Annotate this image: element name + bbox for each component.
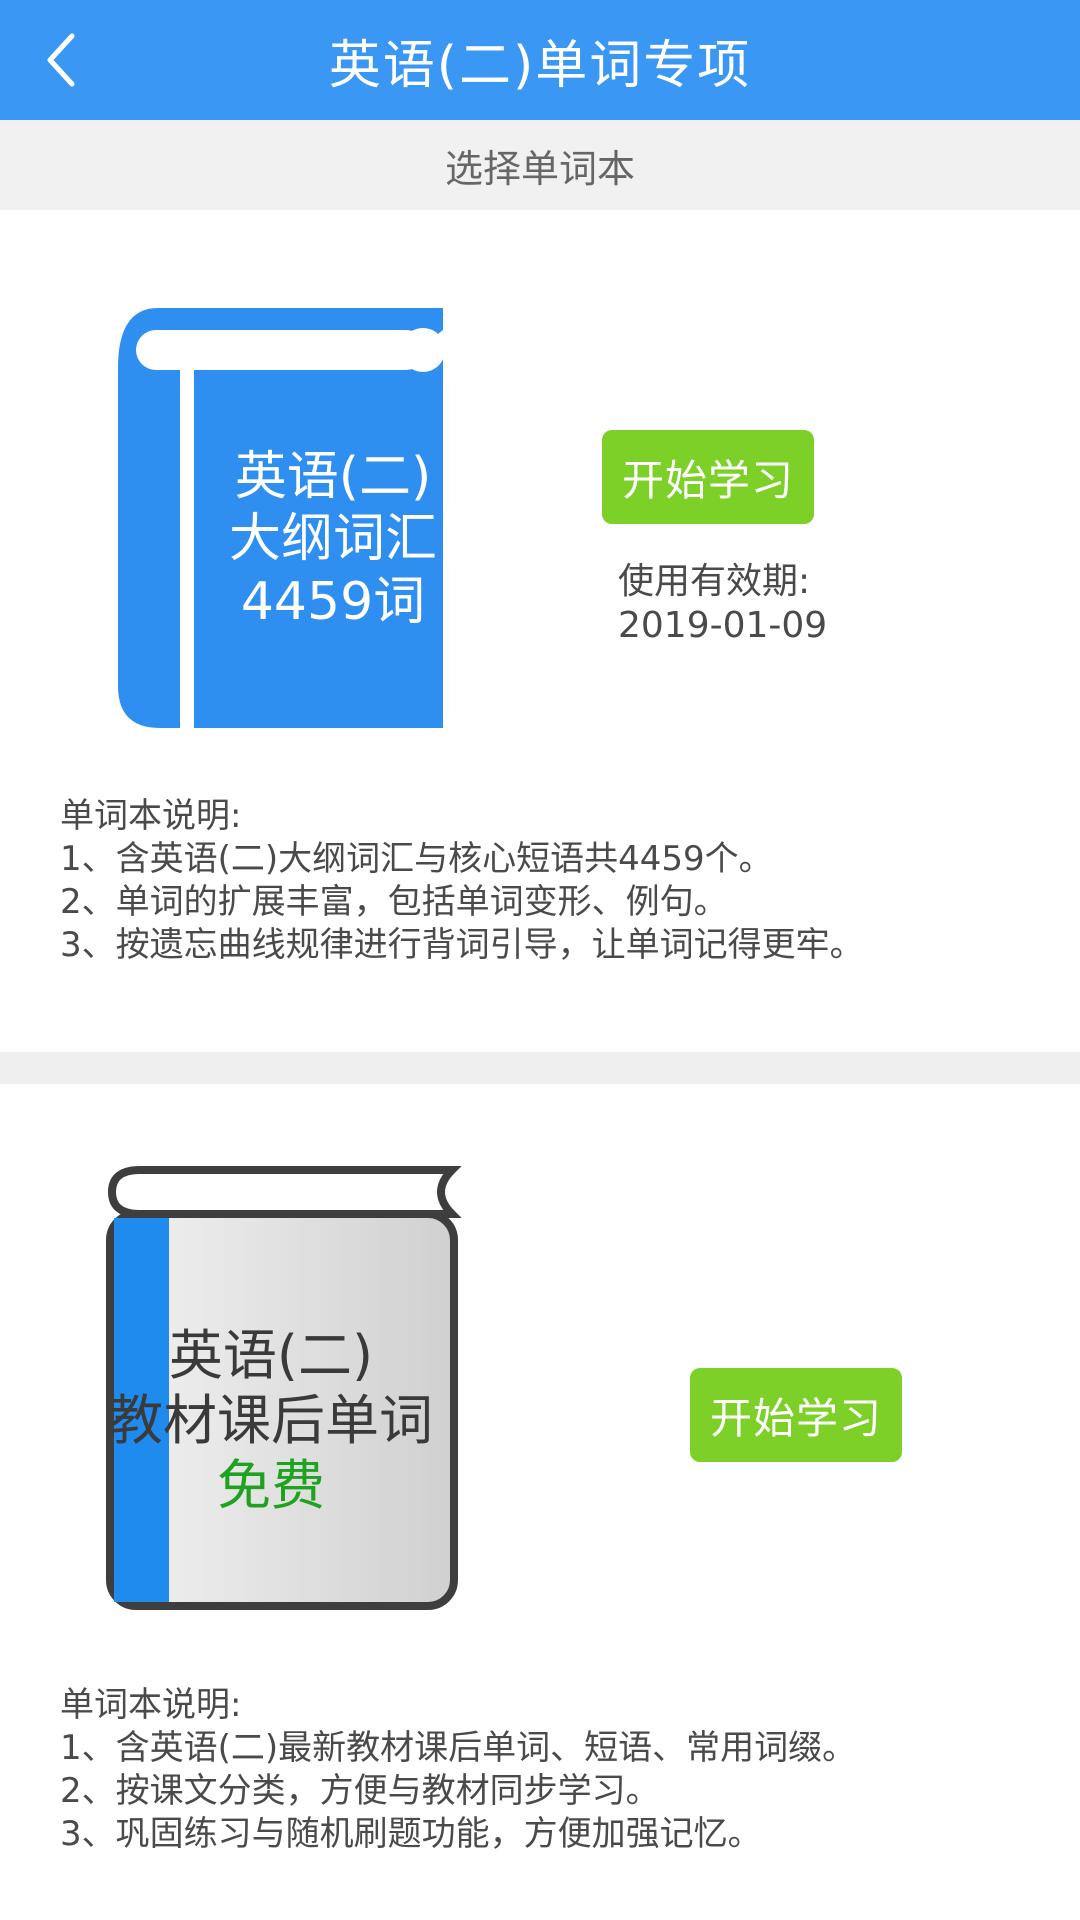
description-item: 1、含英语(二)大纲词汇与核心短语共4459个。: [60, 839, 773, 879]
cover-title: 英语(二) 教材课后单词 免费: [106, 1324, 436, 1518]
cover-line: 英语(二): [234, 447, 432, 507]
start-study-button[interactable]: 开始学习: [602, 430, 814, 524]
cover-line: 教材课后单词: [109, 1388, 433, 1452]
description-title: 单词本说明:: [60, 1685, 242, 1725]
description-item: 1、含英语(二)最新教材课后单词、短语、常用词缀。: [60, 1728, 857, 1768]
section-divider: [0, 1052, 1080, 1084]
cover-line: 大纲词汇: [228, 509, 437, 570]
wordbook-description: 单词本说明: 1、含英语(二)大纲词汇与核心短语共4459个。 2、单词的扩展丰…: [60, 795, 864, 967]
description-item: 2、按课文分类，方便与教材同步学习。: [60, 1771, 660, 1811]
cover-title: 英语(二) 大纲词汇 4459词: [218, 446, 448, 633]
description-item: 3、巩固练习与随机刷题功能，方便加强记忆。: [60, 1814, 762, 1854]
wordbook-cover-syllabus[interactable]: 英语(二) 大纲词汇 4459词: [118, 308, 448, 728]
chevron-left-icon: [47, 33, 75, 87]
wordbook-description: 单词本说明: 1、含英语(二)最新教材课后单词、短语、常用词缀。 2、按课文分类…: [60, 1684, 856, 1856]
page-title: 英语(二)单词专项: [328, 35, 752, 96]
cover-line: 英语(二): [168, 1324, 374, 1387]
start-study-button[interactable]: 开始学习: [690, 1368, 902, 1462]
wordbook-card-syllabus: 英语(二) 大纲词汇 4459词 开始学习 使用有效期: 2019-01-09 …: [0, 210, 1080, 1052]
description-item: 2、单词的扩展丰富，包括单词变形、例句。: [60, 882, 728, 922]
free-badge: 免费: [217, 1453, 325, 1517]
back-button[interactable]: [28, 28, 92, 92]
wordbook-card-textbook: 英语(二) 教材课后单词 免费 开始学习 单词本说明: 1、含英语(二)最新教材…: [0, 1084, 1080, 1920]
validity-date: 2019-01-09: [618, 605, 828, 646]
description-title: 单词本说明:: [60, 796, 242, 836]
description-item: 3、按遗忘曲线规律进行背词引导，让单词记得更牢。: [60, 925, 864, 965]
cover-line: 4459词: [240, 571, 426, 632]
validity-label: 使用有效期:: [618, 561, 811, 602]
wordbook-cover-textbook[interactable]: 英语(二) 教材课后单词 免费: [102, 1164, 462, 1614]
validity-info: 使用有效期: 2019-01-09: [618, 560, 827, 648]
section-subtitle: 选择单词本: [0, 120, 1080, 210]
app-header: 英语(二)单词专项: [0, 0, 1080, 120]
